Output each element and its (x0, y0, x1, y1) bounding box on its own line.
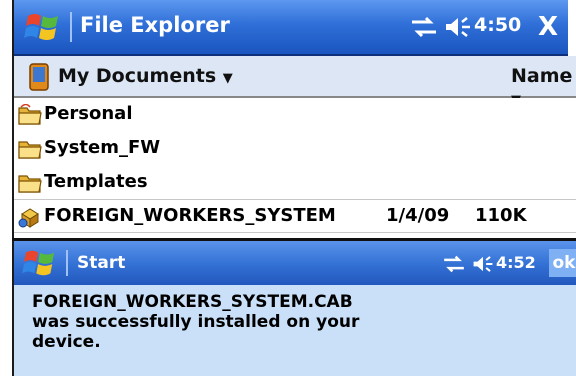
file-list: Personal System_FW Templates FOREIGN_WOR… (14, 98, 576, 238)
list-item-system-fw[interactable]: System_FW (14, 132, 576, 164)
list-item-templates[interactable]: Templates (14, 166, 576, 198)
current-folder-label[interactable]: My Documents ▼ (58, 65, 233, 87)
folder-bar: My Documents ▼ Name ▼ (14, 56, 576, 108)
folder-icon (18, 175, 42, 193)
folder-icon (18, 141, 42, 159)
screen-left-margin (0, 0, 12, 376)
clock-time[interactable]: 4:50 (474, 14, 521, 36)
folder-icon (18, 104, 42, 125)
file-date: 1/4/09 (386, 205, 450, 226)
speaker-icon[interactable] (444, 15, 472, 39)
file-name: Personal (44, 103, 133, 124)
dropdown-arrow-icon: ▼ (222, 71, 233, 86)
title-separator (70, 12, 72, 42)
notification-title-bar: Start 4:52 ok (14, 241, 576, 285)
window-title: File Explorer (80, 13, 230, 37)
notification-message: FOREIGN_WORKERS_SYSTEM.CAB was successfu… (32, 292, 360, 352)
notification-body: FOREIGN_WORKERS_SYSTEM.CAB was successfu… (14, 285, 576, 376)
close-button[interactable]: X (530, 9, 566, 45)
connectivity-icon[interactable] (410, 16, 438, 38)
file-name: FOREIGN_WORKERS_SYSTEM (44, 205, 336, 226)
title-bar: File Explorer 4:50 X (14, 0, 568, 56)
speaker-icon[interactable] (472, 254, 494, 274)
list-item-foreign-workers-system[interactable]: FOREIGN_WORKERS_SYSTEM 1/4/09 110K (14, 199, 576, 233)
file-name: Templates (44, 171, 148, 192)
device-icon (29, 63, 49, 91)
ok-button[interactable]: ok (549, 249, 576, 277)
notification-title: Start (77, 253, 126, 273)
cab-file-icon (18, 208, 39, 228)
connectivity-icon[interactable] (442, 255, 466, 273)
clock-time[interactable]: 4:52 (496, 253, 536, 272)
title-separator (66, 250, 68, 276)
file-size: 110K (475, 205, 527, 226)
windows-start-icon[interactable] (22, 247, 58, 279)
list-item-personal[interactable]: Personal (14, 98, 576, 130)
windows-start-icon[interactable] (24, 10, 62, 44)
file-name: System_FW (44, 137, 161, 158)
